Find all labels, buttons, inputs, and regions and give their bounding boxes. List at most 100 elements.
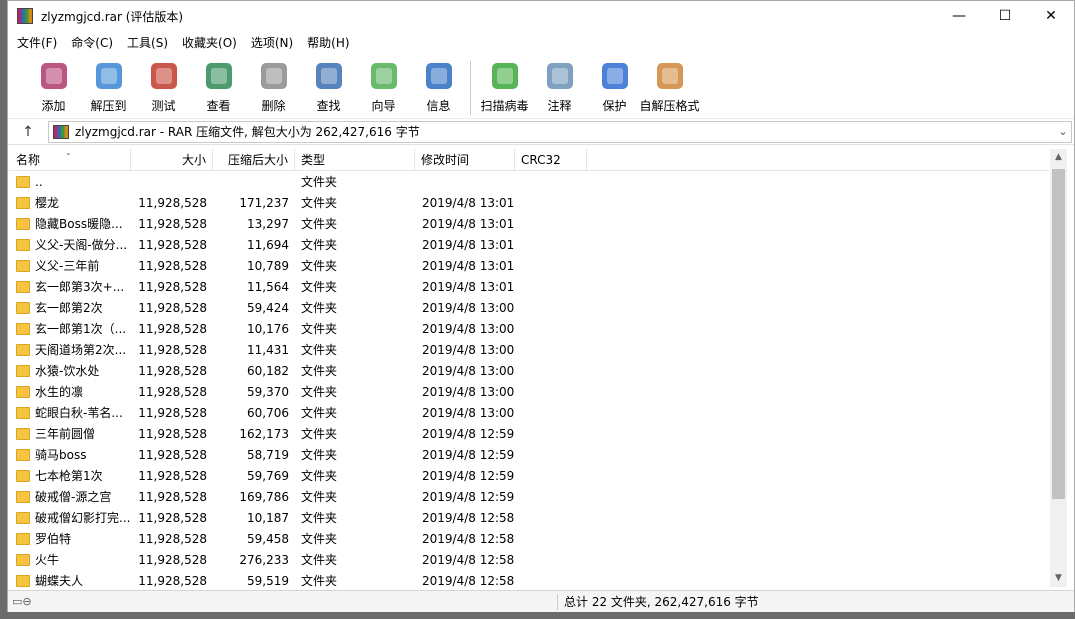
packed-cell: 59,519 [247,573,289,588]
folder-icon [16,490,30,503]
toolbar-button[interactable]: 删除 [246,57,301,114]
menu-item[interactable]: 选项(N) [244,34,300,51]
packed-cell: 10,176 [247,321,289,336]
table-row[interactable]: 隐藏Boss暖隐... 11,928,528 13,297 文件夹 2019/4/8 1… [9,213,1049,234]
up-arrow-icon[interactable]: ↑ [8,124,48,140]
packed-cell: 276,233 [239,552,289,567]
toolbar-button-label: 注释 [547,99,572,113]
table-row[interactable]: 水生的凛 11,928,528 59,370 文件夹 2019/4/8 13:00 [9,381,1049,402]
name-cell: .. [9,175,131,189]
toolbar-button-label: 解压到 [90,99,127,113]
size-cell: 11,928,528 [138,447,207,462]
column-header-type[interactable]: 类型 [295,149,415,171]
folder-icon [16,385,30,398]
type-cell: 文件夹 [301,469,338,483]
column-header-crc[interactable]: CRC32 [515,149,587,171]
scroll-thumb[interactable] [1052,169,1065,499]
toolbar-button[interactable]: 自解压格式 [639,57,700,114]
table-row[interactable]: 水猿-饮水处 11,928,528 60,182 文件夹 2019/4/8 13:00 [9,360,1049,381]
packed-cell: 11,564 [247,279,289,294]
table-row[interactable]: .. 文件夹 [9,171,1049,192]
type-cell: 文件夹 [301,322,338,336]
toolbar-button[interactable]: 测试 [136,57,191,114]
scroll-up-icon[interactable]: ▲ [1050,149,1067,166]
status-left-pane [48,593,558,610]
maximize-button[interactable]: ☐ [982,1,1028,31]
list-header: 名称 ⌄ 大小 压缩后大小 类型 修改时间 CRC32 [9,149,1049,171]
modified-cell: 2019/4/8 13:00 [422,384,515,399]
name-cell: 樱龙 [9,194,131,211]
folder-icon [16,343,30,356]
modified-cell: 2019/4/8 12:58 [422,552,515,567]
size-cell: 11,928,528 [138,510,207,525]
menu-item[interactable]: 工具(S) [120,34,175,51]
title-bar[interactable]: zlyzmgjcd.rar (评估版本) — ☐ ✕ [8,1,1074,31]
close-button[interactable]: ✕ [1028,1,1074,31]
modified-cell: 2019/4/8 12:58 [422,510,515,525]
menu-item[interactable]: 文件(F) [10,34,64,51]
table-row[interactable]: 罗伯特 11,928,528 59,458 文件夹 2019/4/8 12:58 [9,528,1049,549]
menu-item[interactable]: 命令(C) [64,34,120,51]
modified-cell: 2019/4/8 13:01 [422,237,515,252]
table-row[interactable]: 破戒僧-源之宫 11,928,528 169,786 文件夹 2019/4/8 12:5… [9,486,1049,507]
folder-icon [16,511,30,524]
table-row[interactable]: 七本枪第1次 11,928,528 59,769 文件夹 2019/4/8 12:59 [9,465,1049,486]
packed-cell: 60,706 [247,405,289,420]
status-bar: ▭⊖ 总计 22 文件夹, 262,427,616 字节 [8,590,1074,612]
column-header-size[interactable]: 大小 [131,149,213,171]
file-name: 义父-天阁-做分... [35,238,128,252]
table-row[interactable]: 义父-天阁-做分... 11,928,528 11,694 文件夹 2019/4/8 1… [9,234,1049,255]
toolbar-button[interactable]: 信息 [411,57,466,114]
toolbar-button[interactable]: 查找 [301,57,356,114]
file-name: 骑马boss [35,448,87,462]
address-bar: ↑ zlyzmgjcd.rar - RAR 压缩文件, 解包大小为 262,42… [8,119,1074,145]
modified-cell: 2019/4/8 12:59 [422,447,515,462]
table-row[interactable]: 三年前圆僧 11,928,528 162,173 文件夹 2019/4/8 12:59 [9,423,1049,444]
table-row[interactable]: 玄一郎第2次 11,928,528 59,424 文件夹 2019/4/8 13:00 [9,297,1049,318]
toolbar-button-label: 删除 [261,99,286,113]
table-row[interactable]: 天阁道场第2次... 11,928,528 11,431 文件夹 2019/4/8 13… [9,339,1049,360]
table-row[interactable]: 破戒僧幻影打完... 11,928,528 10,187 文件夹 2019/4/8 12… [9,507,1049,528]
name-cell: 水生的凛 [9,383,131,400]
column-header-packed[interactable]: 压缩后大小 [213,149,295,171]
file-name: 玄一郎第1次（... [35,322,127,336]
size-cell: 11,928,528 [138,321,207,336]
toolbar-button[interactable]: 添加 [26,57,81,114]
packed-cell: 13,297 [247,216,289,231]
name-cell: 罗伯特 [9,530,131,547]
vertical-scrollbar[interactable]: ▲ ▼ [1050,149,1067,587]
minimize-button[interactable]: — [936,1,982,31]
address-field[interactable]: zlyzmgjcd.rar - RAR 压缩文件, 解包大小为 262,427,… [48,120,1072,143]
menu-item[interactable]: 收藏夹(O) [175,34,244,51]
toolbar-button[interactable]: 保护 [587,57,642,114]
modified-cell: 2019/4/8 13:00 [422,321,515,336]
table-row[interactable]: 玄一郎第1次（... 11,928,528 10,176 文件夹 2019/4/8 13… [9,318,1049,339]
table-row[interactable]: 火牛 11,928,528 276,233 文件夹 2019/4/8 12:58 [9,549,1049,570]
column-header-modified[interactable]: 修改时间 [415,149,515,171]
size-cell: 11,928,528 [138,342,207,357]
type-cell: 文件夹 [301,406,338,420]
toolbar-button[interactable]: 扫描病毒 [477,57,532,114]
toolbar-button[interactable]: 向导 [356,57,411,114]
packed-cell: 10,187 [247,510,289,525]
table-row[interactable]: 骑马boss 11,928,528 58,719 文件夹 2019/4/8 12:59 [9,444,1049,465]
table-row[interactable]: 玄一郎第3次+... 11,928,528 11,564 文件夹 2019/4/8 13… [9,276,1049,297]
chevron-down-icon[interactable]: ⌄ [1055,125,1071,138]
table-row[interactable]: 蝴蝶夫人 11,928,528 59,519 文件夹 2019/4/8 12:58 [9,570,1049,587]
folder-icon [16,322,30,335]
toolbar-button[interactable]: 注释 [532,57,587,114]
name-cell: 玄一郎第1次（... [9,320,131,337]
folder-icon [16,238,30,251]
table-row[interactable]: 樱龙 11,928,528 171,237 文件夹 2019/4/8 13:01 [9,192,1049,213]
type-cell: 文件夹 [301,364,338,378]
file-name: 破戒僧幻影打完... [35,511,131,525]
table-row[interactable]: 义父-三年前 11,928,528 10,789 文件夹 2019/4/8 13:01 [9,255,1049,276]
scroll-down-icon[interactable]: ▼ [1050,570,1067,587]
toolbar-button-label: 自解压格式 [639,99,700,113]
menu-item[interactable]: 帮助(H) [300,34,356,51]
table-row[interactable]: 蛇眼白秋-苇名... 11,928,528 60,706 文件夹 2019/4/8 13… [9,402,1049,423]
drive-key-icon[interactable]: ▭⊖ [8,595,48,608]
toolbar-button[interactable]: 解压到 [81,57,136,114]
toolbar-button[interactable]: 查看 [191,57,246,114]
name-cell: 七本枪第1次 [9,467,131,484]
